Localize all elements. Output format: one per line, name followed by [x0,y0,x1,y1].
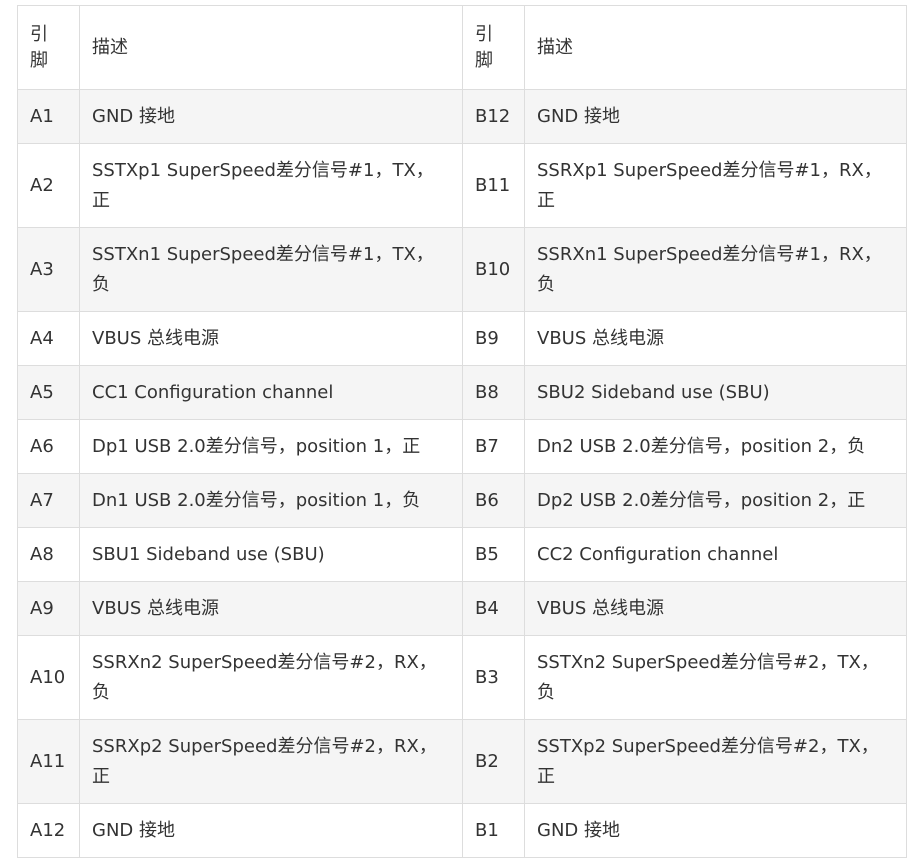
desc-a-cell: GND 接地 [79,803,463,858]
pin-a-cell: A11 [17,719,80,804]
table-row: A4 VBUS 总线电源 B9 VBUS 总线电源 [17,311,907,366]
desc-b-cell: GND 接地 [524,803,907,858]
pin-b-cell: B11 [462,143,525,228]
pin-a-cell: A12 [17,803,80,858]
table-row: A12 GND 接地 B1 GND 接地 [17,803,907,858]
pin-b-cell: B10 [462,227,525,312]
table-row: A3 SSTXn1 SuperSpeed差分信号#1，TX，负 B10 SSRX… [17,227,907,312]
table-row: A2 SSTXp1 SuperSpeed差分信号#1，TX，正 B11 SSRX… [17,143,907,228]
pin-a-cell: A10 [17,635,80,720]
pin-a-cell: A7 [17,473,80,528]
pin-a-cell: A5 [17,365,80,420]
desc-a-cell: SSRXp2 SuperSpeed差分信号#2，RX，正 [79,719,463,804]
table-row: A7 Dn1 USB 2.0差分信号，position 1，负 B6 Dp2 U… [17,473,907,528]
pin-b-cell: B3 [462,635,525,720]
pin-b-cell: B2 [462,719,525,804]
desc-b-cell: VBUS 总线电源 [524,311,907,366]
desc-b-cell: SSTXp2 SuperSpeed差分信号#2，TX，正 [524,719,907,804]
pin-a-cell: A1 [17,89,80,144]
header-description-a: 描述 [79,5,463,90]
pin-a-cell: A8 [17,527,80,582]
table-row: A10 SSRXn2 SuperSpeed差分信号#2，RX，负 B3 SSTX… [17,635,907,720]
desc-b-cell: SSRXp1 SuperSpeed差分信号#1，RX，正 [524,143,907,228]
usb-typec-pin-table: 引脚 描述 引脚 描述 A1 GND 接地 B12 GND 接地 A2 SSTX… [17,5,907,858]
desc-b-cell: GND 接地 [524,89,907,144]
pin-b-cell: B6 [462,473,525,528]
desc-a-cell: SSTXn1 SuperSpeed差分信号#1，TX，负 [79,227,463,312]
desc-a-cell: SSTXp1 SuperSpeed差分信号#1，TX，正 [79,143,463,228]
desc-a-cell: VBUS 总线电源 [79,311,463,366]
header-pin-a: 引脚 [17,5,80,90]
pin-a-cell: A9 [17,581,80,636]
desc-b-cell: VBUS 总线电源 [524,581,907,636]
desc-b-cell: SBU2 Sideband use (SBU) [524,365,907,420]
desc-a-cell: CC1 Configuration channel [79,365,463,420]
desc-a-cell: VBUS 总线电源 [79,581,463,636]
table-header-row: 引脚 描述 引脚 描述 [17,5,907,90]
desc-b-cell: CC2 Configuration channel [524,527,907,582]
pin-a-cell: A2 [17,143,80,228]
pin-b-cell: B1 [462,803,525,858]
pin-a-cell: A4 [17,311,80,366]
pin-b-cell: B5 [462,527,525,582]
pin-b-cell: B7 [462,419,525,474]
pin-a-cell: A3 [17,227,80,312]
table-row: A1 GND 接地 B12 GND 接地 [17,89,907,144]
table-row: A5 CC1 Configuration channel B8 SBU2 Sid… [17,365,907,420]
table-row: A11 SSRXp2 SuperSpeed差分信号#2，RX，正 B2 SSTX… [17,719,907,804]
pin-table-container: 引脚 描述 引脚 描述 A1 GND 接地 B12 GND 接地 A2 SSTX… [17,5,907,858]
table-row: A9 VBUS 总线电源 B4 VBUS 总线电源 [17,581,907,636]
desc-a-cell: SSRXn2 SuperSpeed差分信号#2，RX，负 [79,635,463,720]
desc-b-cell: SSTXn2 SuperSpeed差分信号#2，TX，负 [524,635,907,720]
pin-b-cell: B12 [462,89,525,144]
desc-b-cell: Dp2 USB 2.0差分信号，position 2，正 [524,473,907,528]
pin-a-cell: A6 [17,419,80,474]
desc-a-cell: Dp1 USB 2.0差分信号，position 1，正 [79,419,463,474]
header-pin-b: 引脚 [462,5,525,90]
pin-b-cell: B9 [462,311,525,366]
header-description-b: 描述 [524,5,907,90]
desc-b-cell: SSRXn1 SuperSpeed差分信号#1，RX，负 [524,227,907,312]
desc-a-cell: GND 接地 [79,89,463,144]
table-row: A6 Dp1 USB 2.0差分信号，position 1，正 B7 Dn2 U… [17,419,907,474]
desc-a-cell: SBU1 Sideband use (SBU) [79,527,463,582]
pin-b-cell: B8 [462,365,525,420]
desc-a-cell: Dn1 USB 2.0差分信号，position 1，负 [79,473,463,528]
table-row: A8 SBU1 Sideband use (SBU) B5 CC2 Config… [17,527,907,582]
pin-b-cell: B4 [462,581,525,636]
desc-b-cell: Dn2 USB 2.0差分信号，position 2，负 [524,419,907,474]
